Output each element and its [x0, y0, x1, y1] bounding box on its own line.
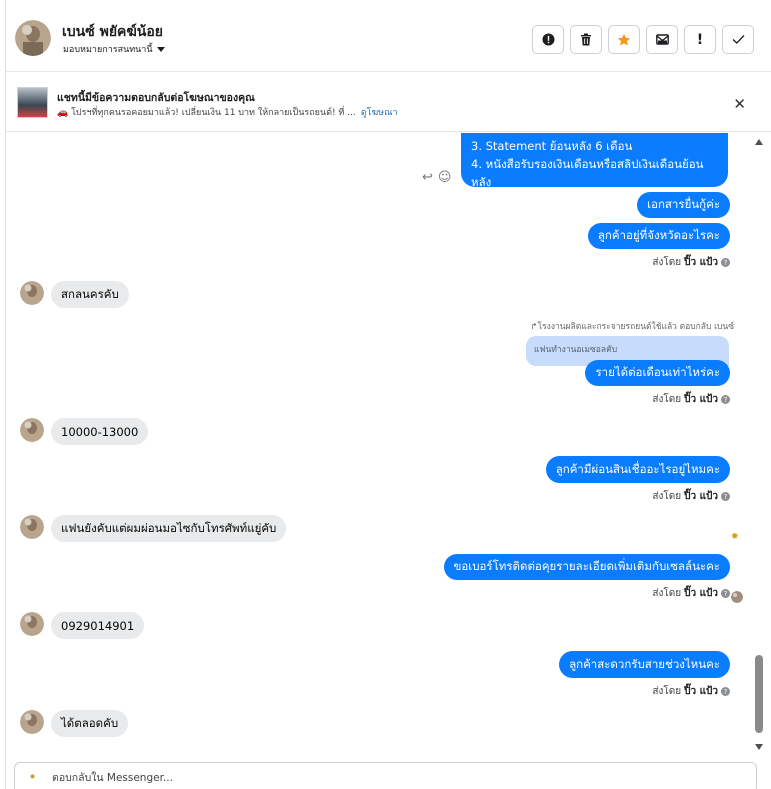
star-button[interactable] — [608, 25, 640, 54]
delete-button[interactable] — [570, 25, 602, 54]
reply-composer[interactable]: ✹ — [14, 762, 757, 789]
alert-icon — [542, 33, 554, 46]
assign-label: มอบหมายการสนทนานี้ — [63, 45, 153, 55]
contact-name[interactable]: เบนซ์ พยัคฆ์น้อย — [62, 21, 163, 43]
page-logo-icon: ✹ — [731, 532, 739, 542]
ad-reply-banner: แชทนี้มีข้อความตอบกลับต่อโฆษณาของคุณ 🚗 โ… — [6, 73, 771, 132]
incoming-message[interactable]: แฟนยังคับแต่ผมผ่อนมอไซกับโทรศัพท์แยู่คับ — [51, 515, 287, 542]
spam-button[interactable]: ! — [684, 25, 716, 54]
contact-avatar-small[interactable] — [20, 515, 44, 539]
scrollbar-thumb[interactable] — [755, 655, 763, 733]
outgoing-message[interactable]: ลูกค้ามีผ่อนสินเชื่ออะไรอยู่ไหมคะ — [545, 456, 730, 483]
contact-avatar-small[interactable] — [20, 612, 44, 636]
sent-by-name: ปิ๊ว แป้ว — [684, 588, 718, 599]
message-line: 4. หนังสือรับรองเงินเดือนหรือสลิปเงินเดื… — [471, 156, 704, 189]
contact-avatar-small[interactable] — [20, 710, 44, 734]
sent-by-prefix: ส่งโดย — [652, 394, 682, 405]
conversation-header: เบนซ์ พยัคฆ์น้อย มอบหมายการสนทนานี้ ! — [6, 0, 771, 72]
reply-context-label: ↱โรงงานผลิตและกระจายรถยนต์ใช้แล้ว ตอบกลั… — [530, 319, 734, 333]
scroll-up-icon[interactable] — [755, 139, 763, 145]
sent-by-name: ปิ๊ว แป้ว — [684, 394, 718, 405]
close-icon[interactable]: ✕ — [733, 95, 746, 113]
reply-context-text: โรงงานผลิตและกระจายรถยนต์ใช้แล้ว ตอบกลับ… — [537, 322, 734, 332]
sent-by-label: ส่งโดย ปิ๊ว แป้ว ? — [652, 255, 730, 270]
outgoing-message[interactable]: ขอเบอร์โทรติดต่อคุยรายละเอียดเพิ่มเติมกั… — [443, 554, 730, 580]
ad-thumbnail[interactable] — [17, 87, 48, 118]
sent-by-name: ปิ๊ว แป้ว — [684, 491, 718, 502]
alert-button[interactable] — [532, 25, 564, 54]
page-logo-icon: ✹ — [29, 773, 36, 781]
info-icon[interactable]: ? — [721, 258, 730, 267]
incoming-message[interactable]: 0929014901 — [51, 612, 145, 639]
incoming-message[interactable]: ได้ตลอดคับ — [51, 710, 129, 737]
check-icon — [732, 35, 744, 44]
sent-by-prefix: ส่งโดย — [652, 588, 682, 599]
seen-avatar — [731, 591, 743, 603]
assign-conversation-dropdown[interactable]: มอบหมายการสนทนานี้ — [63, 42, 165, 56]
mark-unread-button[interactable] — [646, 25, 678, 54]
emoji-icon[interactable]: ☺ — [438, 170, 452, 185]
sent-by-prefix: ส่งโดย — [652, 491, 682, 502]
star-icon — [617, 33, 631, 46]
contact-avatar[interactable] — [15, 20, 51, 56]
ad-description: 🚗 โปรฯที่ทุกคนรอคอยมาแล้ว! เปลี่ยนเงิน 1… — [57, 108, 356, 118]
scroll-down-icon[interactable] — [755, 744, 763, 750]
incoming-message[interactable]: 10000-13000 — [51, 418, 149, 445]
info-icon[interactable]: ? — [721, 687, 730, 696]
outgoing-message[interactable]: เอกสารยื่นกู้ค่ะ — [637, 192, 730, 218]
reply-input[interactable] — [52, 770, 732, 786]
ad-banner-title: แชทนี้มีข้อความตอบกลับต่อโฆษณาของคุณ — [57, 92, 255, 104]
chevron-down-icon — [156, 46, 165, 52]
sent-by-label: ส่งโดย ปิ๊ว แป้ว ? — [652, 684, 730, 699]
sent-by-label: ส่งโดย ปิ๊ว แป้ว ? — [652, 489, 730, 504]
view-ad-link[interactable]: ดูโฆษณา — [361, 105, 398, 119]
outgoing-message[interactable]: ลูกค้าอยู่ที่จังหวัดอะไรคะ — [587, 223, 730, 249]
sent-by-label: ส่งโดย ปิ๊ว แป้ว ? — [652, 586, 730, 601]
reply-icon[interactable]: ↩ — [422, 170, 433, 185]
contact-avatar-small[interactable] — [20, 281, 44, 305]
mail-icon — [655, 34, 669, 45]
sent-by-prefix: ส่งโดย — [652, 257, 682, 268]
thread-scrollbar[interactable] — [754, 133, 764, 760]
done-button[interactable] — [722, 25, 754, 54]
outgoing-message[interactable]: ลูกค้าสะดวกรับสายช่วงไหนคะ — [559, 651, 730, 678]
sent-by-name: ปิ๊ว แป้ว — [684, 257, 718, 268]
info-icon[interactable]: ? — [721, 395, 730, 404]
info-icon[interactable]: ? — [721, 492, 730, 501]
contact-avatar-small[interactable] — [20, 418, 44, 442]
incoming-message[interactable]: สกลนครคับ — [51, 281, 129, 308]
sent-by-name: ปิ๊ว แป้ว — [684, 686, 718, 697]
message-thread[interactable]: ↩ ☺ 3. Statement ย้อนหลัง 6 เดือน 4. หนั… — [6, 133, 754, 760]
ad-description-row: 🚗 โปรฯที่ทุกคนรอคอยมาแล้ว! เปลี่ยนเงิน 1… — [57, 105, 398, 119]
info-icon[interactable]: ? — [721, 589, 730, 598]
outgoing-message[interactable]: 3. Statement ย้อนหลัง 6 เดือน 4. หนังสือ… — [461, 133, 728, 189]
header-toolbar: ! — [532, 25, 754, 54]
sent-by-prefix: ส่งโดย — [652, 686, 682, 697]
exclamation-icon: ! — [696, 31, 704, 48]
reply-icon: ↱ — [530, 322, 538, 332]
sent-by-label: ส่งโดย ปิ๊ว แป้ว ? — [652, 392, 730, 407]
trash-icon — [581, 33, 591, 46]
conversation-panel: เบนซ์ พยัคฆ์น้อย มอบหมายการสนทนานี้ ! แช… — [5, 0, 771, 789]
message-actions: ↩ ☺ — [422, 170, 451, 185]
outgoing-message[interactable]: รายได้ต่อเดือนเท่าไหร่คะ — [585, 360, 730, 386]
